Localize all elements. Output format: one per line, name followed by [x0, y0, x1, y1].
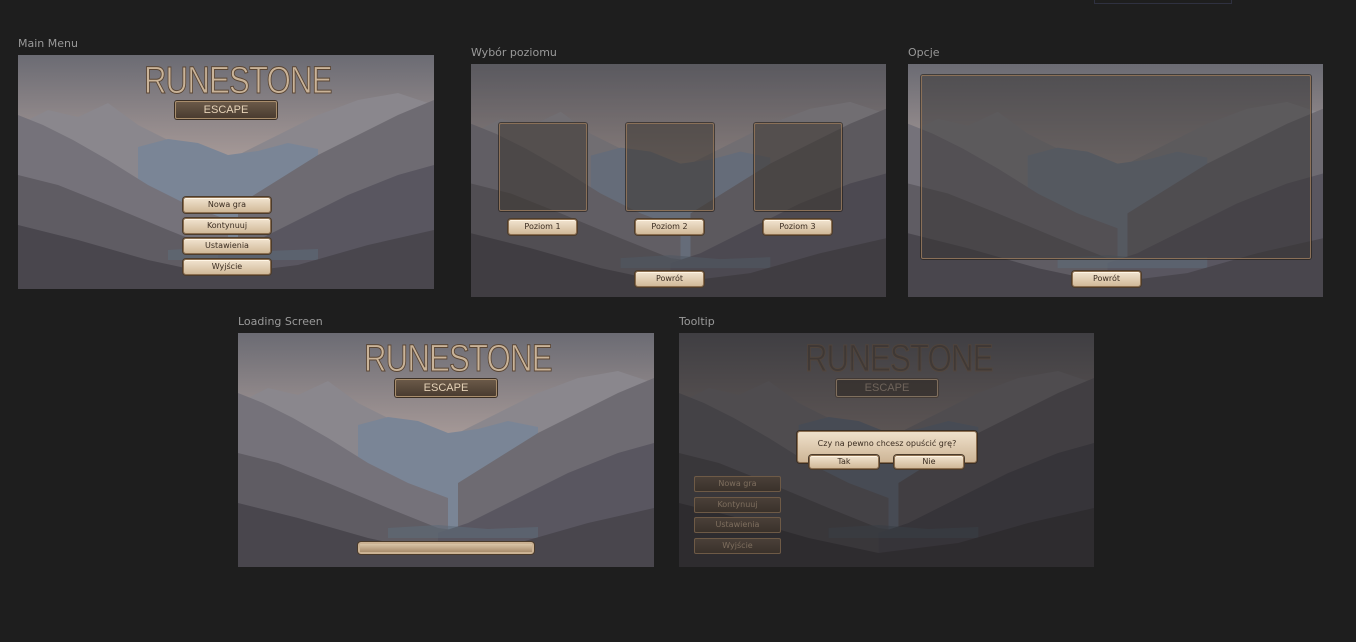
level-3-preview[interactable] [754, 123, 842, 211]
no-button[interactable]: Nie [894, 455, 964, 469]
settings-button[interactable]: Ustawienia [183, 238, 271, 254]
frame-label-options: Opcje [908, 46, 940, 59]
new-game-button[interactable]: Nowa gra [183, 197, 271, 213]
frame-label-level-select: Wybór poziomu [471, 46, 557, 59]
game-logo: RUNESTONE ESCAPE [346, 338, 553, 397]
level-select-frame: Poziom 1 Poziom 2 Poziom 3 Powrót [471, 64, 886, 297]
game-logo: RUNESTONE ESCAPE [787, 338, 994, 397]
loading-frame: RUNESTONE ESCAPE [238, 333, 654, 567]
logo-subtitle: ESCAPE [835, 379, 939, 397]
logo-subtitle: ESCAPE [174, 101, 278, 119]
new-game-button[interactable]: Nowa gra [694, 476, 781, 492]
main-menu-frame: RUNESTONE ESCAPE Nowa gra Kontynuuj Usta… [18, 55, 434, 289]
logo-title: RUNESTONE [805, 338, 994, 380]
options-frame: Powrót [908, 64, 1323, 297]
loading-progress-bar [358, 542, 534, 554]
frame-label-main-menu: Main Menu [18, 37, 78, 50]
settings-button[interactable]: Ustawienia [694, 517, 781, 533]
logo-subtitle: ESCAPE [394, 379, 498, 397]
progress-fill [360, 544, 532, 552]
frame-label-tooltip: Tooltip [679, 315, 715, 328]
exit-button[interactable]: Wyjście [183, 259, 271, 275]
continue-button[interactable]: Kontynuuj [694, 497, 781, 513]
tooltip-frame: RUNESTONE ESCAPE Czy na pewno chcesz opu… [679, 333, 1094, 567]
level-2-preview[interactable] [626, 123, 714, 211]
yes-button[interactable]: Tak [809, 455, 879, 469]
dialog-question: Czy na pewno chcesz opuścić grę? [817, 439, 957, 448]
frame-label-loading: Loading Screen [238, 315, 323, 328]
back-button[interactable]: Powrót [635, 271, 704, 287]
level-3-button[interactable]: Poziom 3 [763, 219, 832, 235]
back-button[interactable]: Powrót [1072, 271, 1141, 287]
top-scroll-indicator [1094, 0, 1232, 4]
options-panel [921, 75, 1311, 259]
continue-button[interactable]: Kontynuuj [183, 218, 271, 234]
level-2-button[interactable]: Poziom 2 [635, 219, 704, 235]
level-1-preview[interactable] [499, 123, 587, 211]
exit-button[interactable]: Wyjście [694, 538, 781, 554]
game-logo: RUNESTONE ESCAPE [126, 60, 333, 119]
level-1-button[interactable]: Poziom 1 [508, 219, 577, 235]
logo-title: RUNESTONE [364, 338, 553, 380]
logo-title: RUNESTONE [144, 60, 333, 102]
